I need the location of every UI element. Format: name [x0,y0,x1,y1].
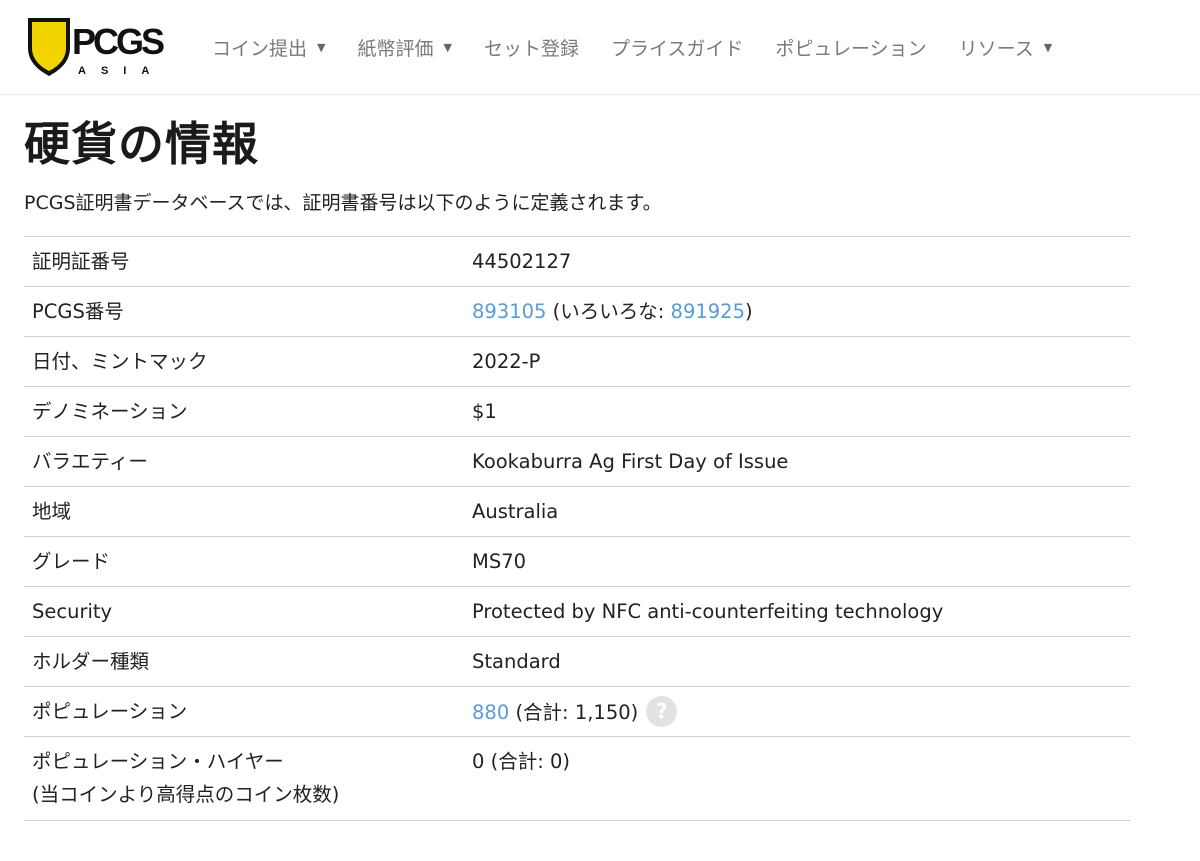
date-mint-value: 2022-P [472,350,541,373]
variety-prefix: (いろいろな: [552,300,671,323]
table-row-grade: グレード MS70 [24,537,1130,587]
variety-number-link[interactable]: 891925 [671,300,745,323]
nav-set-registry[interactable]: セット登録 [484,34,579,61]
pop-higher-total: (合計: 0) [490,750,571,773]
row-label: ホルダー種類 [32,650,150,673]
pop-higher-sublabel: (当コインより高得点のコイン枚数) [32,783,340,806]
pcgs-number-value: 893105 (いろいろな: 891925) [472,287,1130,336]
coin-details-table: 証明証番号 44502127 PCGS番号 893105 (いろいろな: 891… [24,236,1130,821]
pcgs-number-link[interactable]: 893105 [472,300,546,323]
svg-text:PCGS: PCGS [72,21,164,62]
row-label: ポピュレーション・ハイヤー (当コインより高得点のコイン枚数) [24,737,472,820]
table-row-date: 日付、ミントマック 2022-P [24,337,1130,387]
site-header: PCGS ASIA コイン提出 ▼ 紙幣評価 ▼ セット登録 プライスガイド ポ… [0,0,1200,95]
table-row-denomination: デノミネーション $1 [24,387,1130,437]
pop-higher-value: 0 (合計: 0) [472,737,1130,820]
nav-resources[interactable]: リソース ▼ [959,34,1053,61]
table-row-cert: 証明証番号 44502127 [24,237,1130,287]
variety-suffix: ) [745,300,753,323]
table-row-population: ポピュレーション 880 (合計: 1,150)? [24,687,1130,737]
row-label: 証明証番号 [32,250,130,273]
grade-value: MS70 [472,550,527,573]
region-value: Australia [472,500,559,523]
table-row-variety: バラエティー Kookaburra Ag First Day of Issue [24,437,1130,487]
cert-number-value: 44502127 [472,250,572,273]
chevron-down-icon: ▼ [1043,40,1053,54]
svg-text:ASIA: ASIA [78,65,164,77]
pop-higher-number: 0 [472,750,485,773]
table-row-region: 地域 Australia [24,487,1130,537]
nav-banknote-grading[interactable]: 紙幣評価 ▼ [357,34,451,61]
chevron-down-icon: ▼ [317,40,326,54]
nav-label: ポピュレーション [775,37,927,60]
denomination-value: $1 [472,400,497,423]
chevron-down-icon: ▼ [443,40,452,54]
nav-coin-submission[interactable]: コイン提出 ▼ [212,34,325,61]
nav-population[interactable]: ポピュレーション [775,34,926,61]
population-total: (合計: 1,150) [515,701,639,724]
row-label: PCGS番号 [32,300,124,323]
pop-higher-label: ポピュレーション・ハイヤー [32,750,284,773]
table-row-security: Security Protected by NFC anti-counterfe… [24,587,1130,637]
nav-label: プライスガイド [610,37,744,60]
main-nav: コイン提出 ▼ 紙幣評価 ▼ セット登録 プライスガイド ポピュレーション リソ… [212,0,1084,94]
row-label: ポピュレーション [32,700,188,723]
row-label: バラエティー [32,450,148,473]
table-row-pcgs-number: PCGS番号 893105 (いろいろな: 891925) [24,287,1130,337]
holder-value: Standard [472,650,561,673]
row-label: デノミネーション [32,400,188,423]
pcgs-asia-logo[interactable]: PCGS ASIA [24,14,184,78]
table-row-holder: ホルダー種類 Standard [24,637,1130,687]
nav-label: セット登録 [483,37,579,60]
table-row-pop-higher: ポピュレーション・ハイヤー (当コインより高得点のコイン枚数) 0 (合計: 0… [24,737,1130,821]
nav-label: コイン提出 [212,37,308,60]
nav-price-guide[interactable]: プライスガイド [611,34,743,61]
nav-label: 紙幣評価 [357,37,434,60]
help-icon[interactable]: ? [646,696,678,727]
variety-value: Kookaburra Ag First Day of Issue [472,450,789,473]
row-label: Security [32,600,113,623]
row-label: 日付、ミントマック [32,350,208,373]
population-link[interactable]: 880 [472,701,509,724]
row-label: グレード [32,550,111,573]
page-title: 硬貨の情報 [24,117,259,171]
intro-text: PCGS証明書データベースでは、証明書番号は以下のように定義されます。 [24,192,662,214]
row-label: 地域 [32,500,72,523]
population-value: 880 (合計: 1,150)? [472,687,1130,736]
nav-label: リソース [958,37,1034,60]
security-value: Protected by NFC anti-counterfeiting tec… [472,600,944,623]
